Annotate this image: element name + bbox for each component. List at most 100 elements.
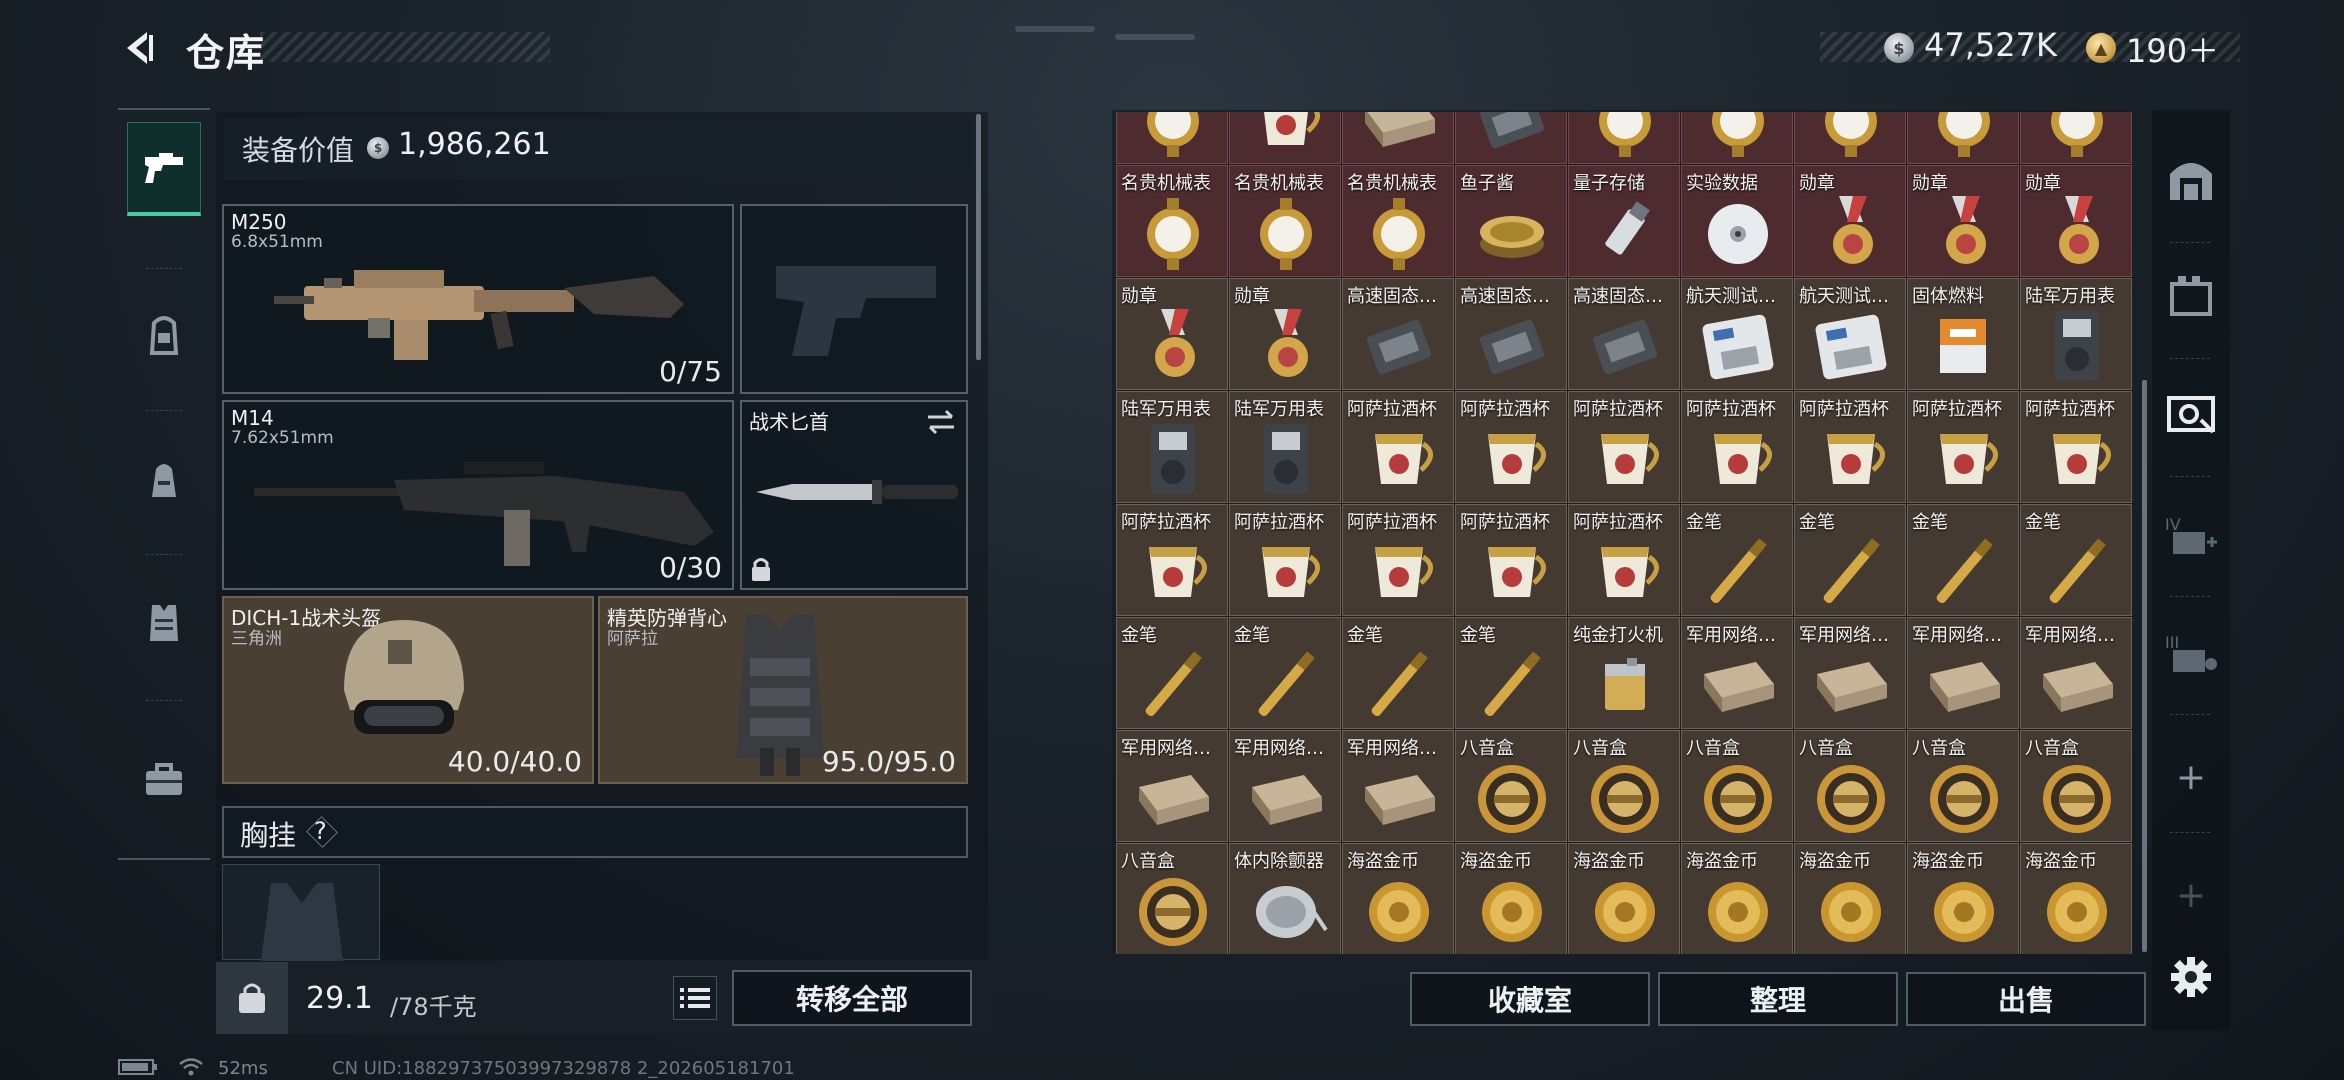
- storage-item-cell[interactable]: 军用网络…: [2020, 617, 2132, 729]
- melee-slot[interactable]: 战术匕首: [740, 400, 968, 590]
- transfer-all-button[interactable]: 转移全部: [732, 970, 972, 1026]
- storage-item-cell[interactable]: 航天测试…: [1794, 278, 1906, 390]
- nav-expand-iii[interactable]: III: [2158, 620, 2224, 686]
- storage-item-cell[interactable]: 阿萨拉酒杯: [2020, 391, 2132, 503]
- storage-item-cell[interactable]: 八音盒: [1794, 730, 1906, 842]
- helmet-slot[interactable]: DICH-1战术头盔 三角洲 40.0/40.0: [222, 596, 594, 784]
- sort-button[interactable]: 整理: [1658, 972, 1898, 1026]
- storage-item-cell[interactable]: 海盗金币: [1342, 843, 1454, 954]
- storage-item-cell[interactable]: 军用网络…: [1907, 617, 2019, 729]
- storage-item-cell[interactable]: 金笔: [1342, 617, 1454, 729]
- storage-item-cell[interactable]: 阿萨拉酒杯: [1342, 391, 1454, 503]
- help-icon[interactable]: ?: [314, 817, 327, 845]
- storage-item-cell[interactable]: 八音盒: [1455, 730, 1567, 842]
- storage-item-cell[interactable]: 海盗金币: [1794, 843, 1906, 954]
- storage-item-cell[interactable]: 量子存储: [1568, 165, 1680, 277]
- storage-item-cell[interactable]: 名贵机械表: [1116, 165, 1228, 277]
- add-storage-button[interactable]: +: [2158, 744, 2224, 810]
- storage-item-cell[interactable]: [1794, 112, 1906, 164]
- storage-item-cell[interactable]: 勋章: [1229, 278, 1341, 390]
- silver-amount[interactable]: 47,527K: [1924, 26, 2057, 64]
- storage-item-cell[interactable]: 军用网络…: [1681, 617, 1793, 729]
- storage-item-cell[interactable]: 海盗金币: [2020, 843, 2132, 954]
- storage-item-cell[interactable]: 阿萨拉酒杯: [1907, 391, 2019, 503]
- storage-item-cell[interactable]: 阿萨拉酒杯: [1455, 391, 1567, 503]
- nav-backpack-tag[interactable]: [127, 288, 201, 382]
- list-view-button[interactable]: [673, 976, 717, 1020]
- pistol-slot[interactable]: [740, 204, 968, 394]
- storage-item-cell[interactable]: 勋章: [1116, 278, 1228, 390]
- storage-item-cell[interactable]: 金笔: [2020, 504, 2132, 616]
- storage-item-cell[interactable]: 海盗金币: [1681, 843, 1793, 954]
- storage-item-cell[interactable]: 陆军万用表: [2020, 278, 2132, 390]
- storage-item-cell[interactable]: 军用网络…: [1342, 730, 1454, 842]
- storage-item-cell[interactable]: 航天测试…: [1681, 278, 1793, 390]
- storage-item-cell[interactable]: 体内除颤器: [1229, 843, 1341, 954]
- storage-item-cell[interactable]: [1116, 112, 1228, 164]
- storage-item-cell[interactable]: 八音盒: [2020, 730, 2132, 842]
- storage-item-cell[interactable]: 八音盒: [1568, 730, 1680, 842]
- nav-vest[interactable]: [127, 576, 201, 670]
- storage-item-cell[interactable]: 金笔: [1907, 504, 2019, 616]
- storage-item-cell[interactable]: 阿萨拉酒杯: [1116, 504, 1228, 616]
- storage-item-cell[interactable]: 阿萨拉酒杯: [1342, 504, 1454, 616]
- storage-item-cell[interactable]: 海盗金币: [1907, 843, 2019, 954]
- storage-item-cell[interactable]: [1455, 112, 1567, 164]
- nav-storage-box[interactable]: [2158, 262, 2224, 328]
- nav-expand-iv[interactable]: IV: [2158, 502, 2224, 568]
- armor-slot[interactable]: 精英防弹背心 阿萨拉 95.0/95.0: [598, 596, 968, 784]
- storage-item-cell[interactable]: 八音盒: [1116, 843, 1228, 954]
- gold-amount[interactable]: 190＋: [2126, 26, 2219, 72]
- equipment-scrollbar[interactable]: [976, 114, 981, 360]
- storage-item-cell[interactable]: 固体燃料: [1907, 278, 2019, 390]
- storage-item-cell[interactable]: 阿萨拉酒杯: [1681, 391, 1793, 503]
- storage-item-cell[interactable]: 实验数据: [1681, 165, 1793, 277]
- storage-item-cell[interactable]: 金笔: [1455, 617, 1567, 729]
- storage-item-cell[interactable]: 名贵机械表: [1229, 165, 1341, 277]
- secondary-weapon-slot[interactable]: M14 7.62x51mm 0/30: [222, 400, 734, 590]
- storage-item-cell[interactable]: 金笔: [1681, 504, 1793, 616]
- weight-lock-button[interactable]: [216, 962, 288, 1034]
- storage-item-cell[interactable]: 军用网络…: [1229, 730, 1341, 842]
- storage-item-cell[interactable]: 阿萨拉酒杯: [1455, 504, 1567, 616]
- storage-item-cell[interactable]: 勋章: [1907, 165, 2019, 277]
- nav-safe[interactable]: [2158, 146, 2224, 212]
- storage-item-cell[interactable]: 阿萨拉酒杯: [1229, 504, 1341, 616]
- back-button[interactable]: [112, 22, 164, 74]
- sell-button[interactable]: 出售: [1906, 972, 2146, 1026]
- storage-scrollbar[interactable]: [2142, 380, 2147, 952]
- storage-item-cell[interactable]: 陆军万用表: [1229, 391, 1341, 503]
- storage-item-cell[interactable]: 高速固态…: [1455, 278, 1567, 390]
- storage-item-cell[interactable]: [2020, 112, 2132, 164]
- storage-item-cell[interactable]: 军用网络…: [1794, 617, 1906, 729]
- storage-item-cell[interactable]: [1568, 112, 1680, 164]
- primary-weapon-slot[interactable]: M250 6.8x51mm 0/75: [222, 204, 734, 394]
- settings-button[interactable]: [2158, 944, 2224, 1010]
- storage-item-cell[interactable]: 高速固态…: [1342, 278, 1454, 390]
- chest-rig-slot[interactable]: [222, 864, 380, 961]
- storage-item-cell[interactable]: 勋章: [1794, 165, 1906, 277]
- storage-item-cell[interactable]: 海盗金币: [1568, 843, 1680, 954]
- storage-item-cell[interactable]: 八音盒: [1681, 730, 1793, 842]
- storage-item-cell[interactable]: 阿萨拉酒杯: [1568, 504, 1680, 616]
- storage-item-cell[interactable]: 纯金打火机: [1568, 617, 1680, 729]
- storage-item-cell[interactable]: 金笔: [1794, 504, 1906, 616]
- storage-item-cell[interactable]: 海盗金币: [1455, 843, 1567, 954]
- storage-item-cell[interactable]: [1229, 112, 1341, 164]
- storage-item-cell[interactable]: 高速固态…: [1568, 278, 1680, 390]
- storage-item-cell[interactable]: 八音盒: [1907, 730, 2019, 842]
- nav-toolbox[interactable]: [127, 732, 201, 826]
- storage-item-cell[interactable]: 金笔: [1116, 617, 1228, 729]
- nav-backpack[interactable]: [127, 432, 201, 526]
- nav-vault[interactable]: [2158, 380, 2224, 446]
- storage-item-cell[interactable]: [1342, 112, 1454, 164]
- storage-item-cell[interactable]: 名贵机械表: [1342, 165, 1454, 277]
- storage-item-cell[interactable]: [1907, 112, 2019, 164]
- storage-item-cell[interactable]: 金笔: [1229, 617, 1341, 729]
- storage-item-cell[interactable]: [1681, 112, 1793, 164]
- storage-item-cell[interactable]: 陆军万用表: [1116, 391, 1228, 503]
- storage-item-cell[interactable]: 鱼子酱: [1455, 165, 1567, 277]
- storage-item-cell[interactable]: 阿萨拉酒杯: [1568, 391, 1680, 503]
- storage-item-cell[interactable]: 军用网络…: [1116, 730, 1228, 842]
- storage-item-cell[interactable]: 阿萨拉酒杯: [1794, 391, 1906, 503]
